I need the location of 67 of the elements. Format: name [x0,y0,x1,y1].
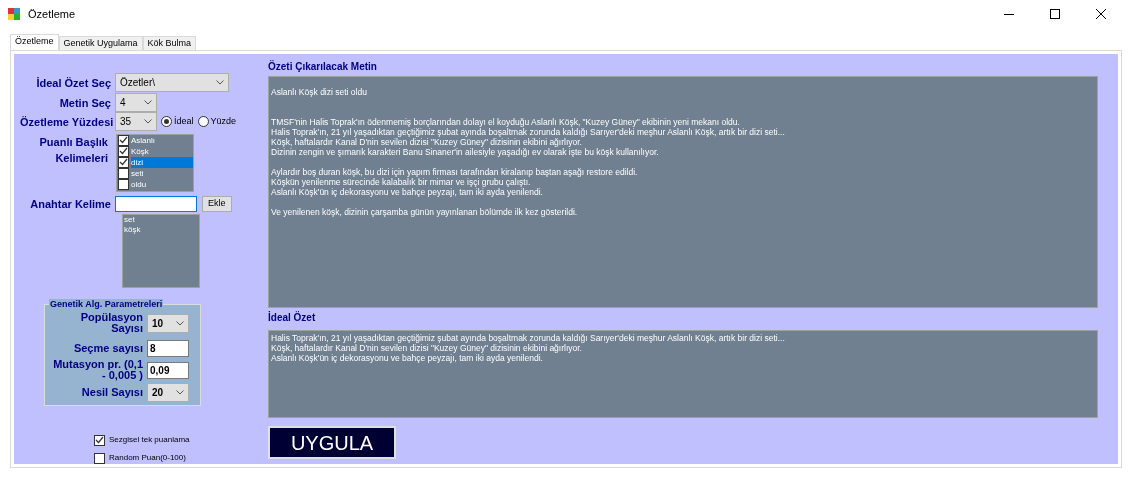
field-label: Nesil Sayısı [80,386,143,398]
input-field[interactable]: 0,09 [147,361,189,379]
list-item[interactable]: seti [131,167,193,179]
checkbox-label: Sezgisel tek puanlama [109,434,190,446]
field-label: Özetleme Yüzdesi [20,114,111,130]
caret-icon [216,80,224,86]
text-line: Aslanlı Köşk dizi seti oldu [271,87,368,97]
keyword-input[interactable] [115,196,197,213]
text-line: Aslanlı Köşk'ün iç dekorasyonu ve bahçe peyzajı, tam iki ayda yenilendi. [271,187,544,197]
field-label: İdeal Özet Seç [35,75,111,91]
tab[interactable]: Kök Bulma [142,36,197,50]
checkbox[interactable] [118,178,129,190]
add-button[interactable]: Ekle [202,196,232,213]
text-line: Köşk, haftalardır Kanal D'nin sevilen dizisi "Kuzey Güney" dizisinin ekibini ağırlıyor. [271,137,583,147]
field-label: Popülasyon Sayısı [79,312,143,335]
list-item[interactable]: set [123,215,136,226]
minimize-icon [1004,13,1014,15]
radio-button[interactable] [197,116,209,128]
caret-icon [176,389,184,395]
list-item[interactable]: dizi [131,156,193,168]
field-label: Anahtar Kelime [29,196,111,212]
radio-label: Yüzde [210,115,237,129]
list-item[interactable]: Köşk [131,145,193,157]
maximize-icon [1050,9,1060,19]
checkbox[interactable] [118,167,129,179]
caret-icon [176,320,184,326]
checkbox[interactable] [118,134,129,146]
checkbox[interactable] [118,145,129,157]
apply-button[interactable]: UYGULA [268,426,396,459]
section-title: İdeal Özet [268,312,317,324]
radio-button[interactable] [161,116,172,128]
dropdown[interactable]: 35 [115,112,157,132]
text-line: Köşk, haftalardır Kanal D'nin sevilen dizisi "Kuzey Güney" dizisinin ekibini ağırlıyor. [271,343,583,353]
dropdown[interactable]: Özetler\ [115,73,229,93]
list-item[interactable]: köşk [123,225,142,236]
checkbox-label: Random Puan(0-100) [109,452,186,464]
field-label: Puanlı Başlık Kelimeleri [38,134,108,167]
list-item[interactable]: oldu [131,178,193,190]
text-line: Halis Toprak'ın, 21 yıl yaşadıktan geçtiğimiz şubat ayında boşaltmak zorunda kaldığı Sarıyer'deki meşhur Aslanlı Köşk, artık bir dizi seti... [271,127,786,137]
radio-label: İdeal [174,115,194,129]
input-field[interactable]: 8 [147,339,189,357]
dropdown[interactable]: 10 [147,313,189,333]
tab[interactable]: Özetleme [10,34,59,50]
group-title: Genetik Alg. Parametreleri [49,299,164,311]
text-line: TMSF'nin Halis Toprak'ın ödenmemiş borçlarından dolayı el koyduğu Aslanlı Köşk, "Kuzey Güney" ekibinin yeni mekanı oldu. [271,117,741,127]
caret-icon [144,100,152,106]
text-line: Halis Toprak'ın, 21 yıl yaşadıktan geçtiğimiz şubat ayında boşaltmak zorunda kaldığı Sarıyer'deki meşhur Aslanlı Köşk, artık bir dizi seti... [271,333,786,343]
caret-icon [144,119,152,125]
checkbox[interactable] [94,452,105,464]
field-label: Mutasyon pr. (0,1 - 0,005 ) [53,359,143,382]
field-label: Seçme sayısı [72,342,143,354]
tab[interactable]: Genetik Uygulama [58,36,143,50]
dropdown[interactable]: 4 [115,93,157,113]
text-line: Ve yenilenen köşk, dizinin çarşamba günün yayınlanan bölümde ilk kez gösterildi. [271,207,579,217]
window-title: Özetleme [28,6,76,22]
list-item[interactable]: Aslanlı [131,134,193,146]
text-line: Aylardır boş duran köşk, bu dizi için yapım firması tarafından kiralanıp baştan aşağı restore edildi. [271,167,639,177]
checkbox[interactable] [94,434,105,446]
dropdown[interactable]: 20 [147,382,189,402]
text-line: Aslanlı Köşk'ün iç dekorasyonu ve bahçe peyzajı, tam iki ayda yenilendi. [271,353,544,363]
field-label: Metin Seç [58,95,111,111]
checkbox[interactable] [118,156,129,168]
section-title: Özeti Çıkarılacak Metin [268,61,378,73]
text-line: Köşkün yenilenme sürecinde kalabalık bir mimar ve işçi grubu çalıştı. [271,177,532,187]
close-icon [1096,9,1106,19]
text-line: Dizinin zengin ve şımarık karakteri Banu Sinaner'in ailesiyle yaşadığı ev olarak işte bu köşk kullanılıyor. [271,147,660,157]
app-icon [8,8,20,20]
